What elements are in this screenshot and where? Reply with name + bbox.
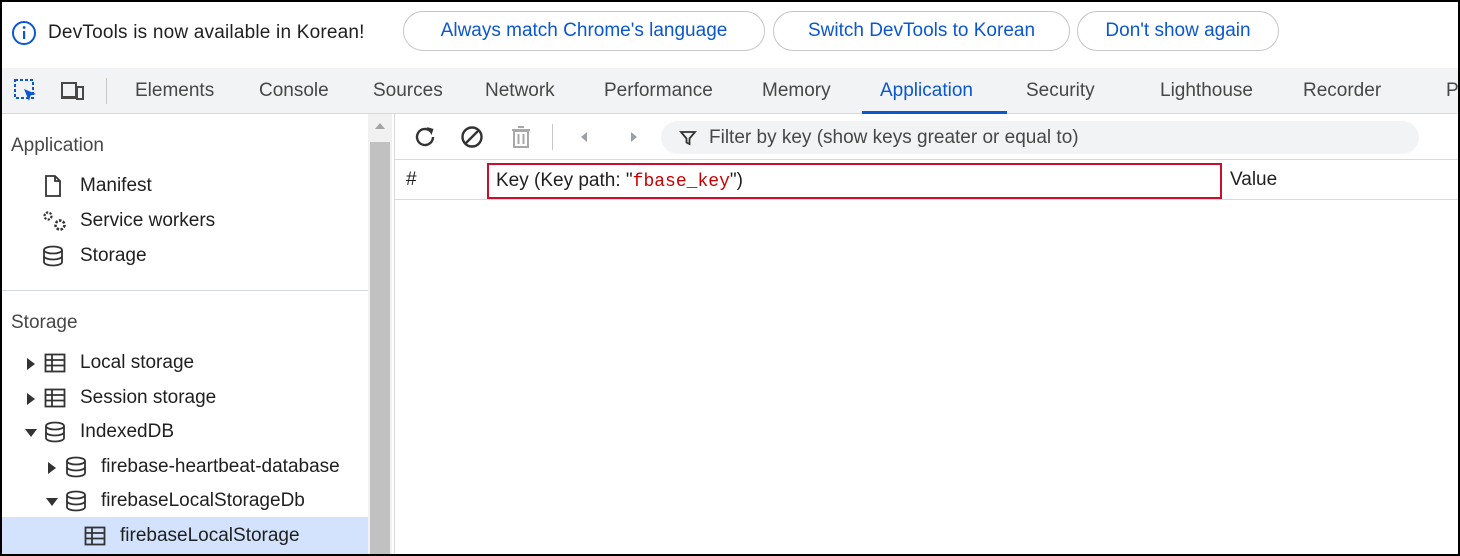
sidebar-item-label: firebaseLocalStorage [120, 525, 300, 546]
sidebar-item-session-storage[interactable]: Session storage [24, 382, 364, 414]
key-header-prefix: Key (Key path: " [496, 170, 633, 191]
sidebar-item-label: Manifest [80, 175, 152, 196]
devtools-window: DevTools is now available in Korean! Alw… [2, 2, 1458, 554]
previous-page-icon[interactable] [570, 123, 598, 151]
column-header-index[interactable]: # [406, 160, 417, 200]
gears-icon [43, 211, 66, 231]
document-icon [45, 175, 61, 197]
object-store-view: # Key (Key path: "fbase_key") Value [394, 114, 1458, 554]
database-icon [45, 421, 65, 443]
dont-show-again-button[interactable]: Don't show again [1077, 11, 1279, 51]
sidebar-item-local-storage[interactable]: Local storage [24, 347, 364, 379]
sidebar-item-firebase-local-storage-db[interactable]: firebaseLocalStorageDb [45, 485, 365, 517]
table-icon [44, 388, 66, 408]
sidebar-item-indexeddb[interactable]: IndexedDB [24, 416, 364, 448]
tab-network[interactable]: Network [485, 68, 555, 114]
tab-lighthouse[interactable]: Lighthouse [1160, 68, 1253, 114]
refresh-icon[interactable] [411, 123, 439, 151]
key-header-suffix: ") [729, 170, 743, 191]
table-icon [84, 526, 106, 546]
tab-sources[interactable]: Sources [373, 68, 443, 114]
expand-arrow-icon[interactable] [27, 358, 35, 370]
sidebar-item-label: Service workers [80, 210, 216, 231]
info-icon [12, 21, 36, 45]
database-icon [66, 456, 86, 478]
sidebar-item-service-workers[interactable]: Service workers [40, 205, 360, 237]
sidebar-item-label: IndexedDB [80, 421, 175, 442]
sidebar-item-storage[interactable]: Storage [40, 240, 360, 272]
filter-icon [679, 131, 697, 146]
table-header: # Key (Key path: "fbase_key") Value [395, 160, 1458, 200]
expand-arrow-icon[interactable] [48, 462, 56, 474]
section-title-storage: Storage [11, 312, 78, 333]
tab-security[interactable]: Security [1026, 68, 1095, 114]
collapse-arrow-icon[interactable] [25, 429, 37, 437]
expand-arrow-icon[interactable] [27, 393, 35, 405]
sidebar-item-label: Storage [80, 245, 147, 266]
table-icon [44, 353, 66, 373]
always-match-language-button[interactable]: Always match Chrome's language [403, 11, 765, 51]
collapse-arrow-icon[interactable] [46, 498, 58, 506]
sidebar-item-manifest[interactable]: Manifest [40, 170, 360, 202]
delete-icon[interactable] [507, 123, 535, 151]
database-icon [66, 490, 86, 512]
sidebar-item-label: Local storage [80, 352, 195, 373]
key-filter-box[interactable] [661, 121, 1419, 154]
database-icon [43, 245, 63, 267]
switch-to-korean-button[interactable]: Switch DevTools to Korean [773, 11, 1070, 51]
sidebar-item-firebase-heartbeat-database[interactable]: firebase-heartbeat-database [45, 451, 365, 483]
scroll-up-arrow-icon[interactable] [375, 123, 385, 129]
application-sidebar: Application Manifest Service workers Sto… [2, 114, 368, 554]
key-filter-input[interactable] [709, 121, 1409, 154]
scrollbar-thumb[interactable] [370, 142, 390, 554]
clear-icon[interactable] [458, 123, 486, 151]
column-header-value[interactable]: Value [1230, 160, 1277, 200]
tab-elements[interactable]: Elements [135, 68, 214, 114]
sidebar-scrollbar[interactable] [368, 114, 392, 554]
key-path-value: fbase_key [632, 172, 730, 192]
device-toolbar-icon[interactable] [58, 77, 86, 105]
section-title-application: Application [11, 135, 104, 156]
tab-recorder[interactable]: Recorder [1303, 68, 1381, 114]
infobar-message: DevTools is now available in Korean! [48, 22, 365, 43]
devtools-tab-bar: Elements Console Sources Network Perform… [2, 68, 1458, 114]
inspect-element-icon[interactable] [12, 77, 40, 105]
toolbar-divider [106, 78, 107, 104]
sidebar-item-label: Session storage [80, 387, 217, 408]
sidebar-item-label: firebase-heartbeat-database [101, 456, 340, 477]
tab-performance[interactable]: Performance [604, 68, 713, 114]
language-infobar: DevTools is now available in Korean! Alw… [2, 2, 1458, 64]
tab-console[interactable]: Console [259, 68, 329, 114]
toolbar-divider [552, 124, 553, 150]
sidebar-divider [2, 290, 368, 291]
tab-memory[interactable]: Memory [762, 68, 831, 114]
tab-overflow-partial[interactable]: P [1446, 68, 1458, 114]
sidebar-item-label: firebaseLocalStorageDb [101, 490, 305, 511]
tab-application[interactable]: Application [880, 68, 973, 114]
next-page-icon[interactable] [620, 123, 648, 151]
sidebar-item-firebase-local-storage[interactable]: firebaseLocalStorage [84, 520, 368, 552]
object-store-toolbar [395, 114, 1458, 160]
column-header-key[interactable]: Key (Key path: "fbase_key") [487, 163, 1222, 199]
